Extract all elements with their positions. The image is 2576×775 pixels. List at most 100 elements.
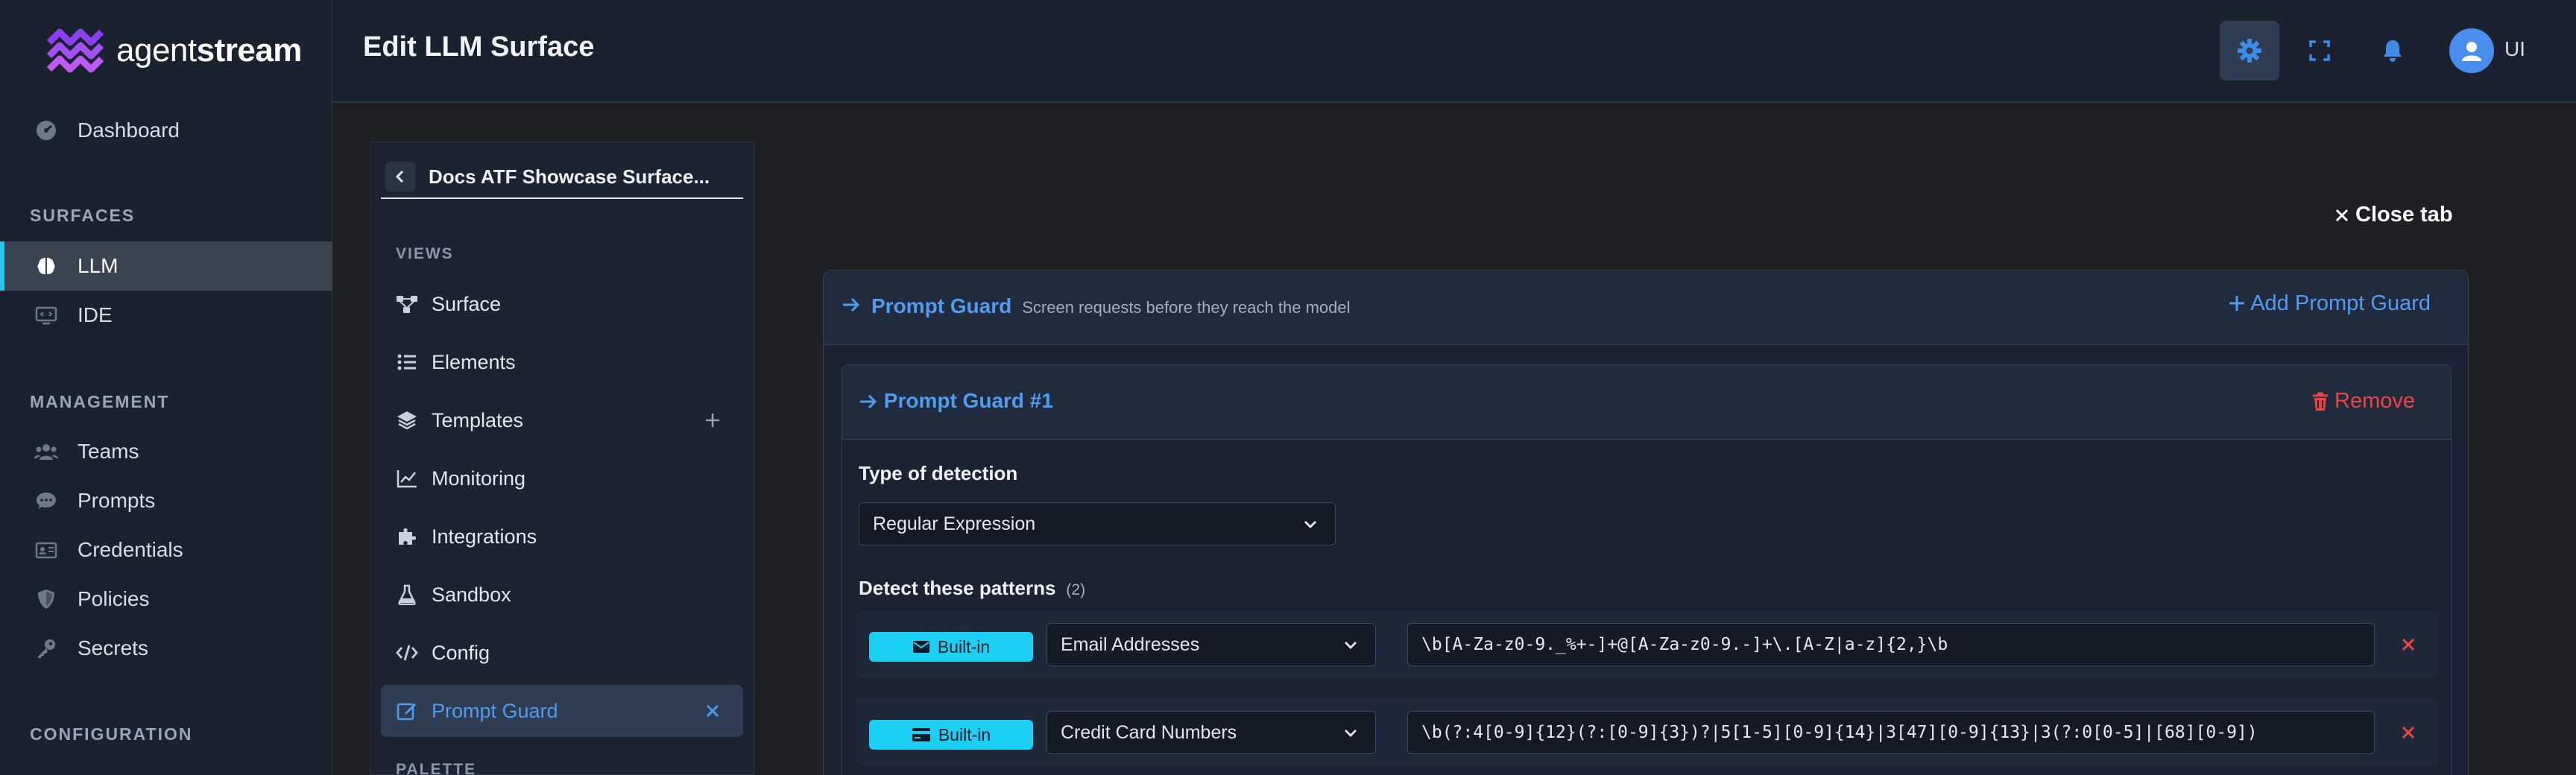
agentstream-logo-icon	[46, 28, 104, 73]
logo[interactable]: agentstream	[45, 19, 302, 82]
section-subtitle: Screen requests before they reach the mo…	[1022, 298, 1351, 317]
pattern-type-value: Email Addresses	[1061, 633, 1200, 655]
brain-icon	[34, 254, 58, 278]
chat-bubble-icon	[34, 489, 58, 513]
close-icon[interactable]	[701, 700, 724, 722]
remove-button[interactable]: Remove	[2312, 389, 2415, 414]
chevron-left-icon	[395, 170, 404, 183]
panel-item-label: Templates	[432, 408, 524, 431]
nodes-icon	[396, 293, 418, 315]
regex-input[interactable]: \b[A-Za-z0-9._%+-]+@[A-Za-z0-9.-]+\.[A-Z…	[1407, 623, 2375, 666]
delete-pattern-button[interactable]	[2397, 721, 2419, 744]
sidebar-item-label: Secrets	[78, 636, 148, 659]
panel-item-label: Integrations	[432, 525, 537, 548]
sidebar-item-teams[interactable]: Teams	[0, 427, 332, 476]
panel-item-integrations[interactable]: Integrations	[381, 510, 743, 563]
delete-pattern-button[interactable]	[2397, 633, 2419, 656]
patterns-label: Detect these patterns (2)	[859, 577, 1086, 599]
panel-item-surface[interactable]: Surface	[381, 278, 743, 330]
fullscreen-button[interactable]	[2290, 21, 2349, 80]
dashboard-icon	[34, 118, 58, 142]
patterns-count: (2)	[1066, 581, 1086, 598]
pattern-row: Built-in Email Addresses \b[A-Za-z0-9._%…	[856, 611, 2437, 678]
logo-text: agentstream	[116, 32, 302, 69]
sidebar-item-dashboard[interactable]: Dashboard	[0, 106, 332, 155]
panel-title: Docs ATF Showcase Surface...	[429, 165, 710, 188]
close-icon	[2402, 726, 2415, 739]
remove-label: Remove	[2334, 389, 2415, 413]
add-template-icon[interactable]	[701, 409, 724, 431]
pattern-row: Built-in Credit Card Numbers \b(?:4[0-9]…	[856, 699, 2437, 766]
sidebar-item-label: Policies	[78, 587, 150, 610]
back-button[interactable]	[385, 162, 415, 192]
bell-icon	[2384, 40, 2402, 62]
close-tab-label: Close tab	[2355, 203, 2453, 227]
envelope-icon	[912, 641, 929, 653]
chevron-down-icon	[1345, 730, 1357, 737]
prompt-guard-item: Prompt Guard #1 Remove Type of detection…	[842, 364, 2452, 775]
sidebar-item-ide[interactable]: IDE	[0, 291, 332, 340]
prompt-guard-header: Prompt Guard Screen requests before they…	[824, 271, 2468, 345]
panel-item-label: Surface	[432, 292, 502, 315]
page-title: Edit LLM Surface	[363, 31, 595, 63]
arrow-right-icon	[843, 297, 860, 312]
sidebar-item-secrets[interactable]: Secrets	[0, 624, 332, 673]
sidebar-section-surfaces: SURFACES	[30, 206, 136, 225]
sidebar-section-configuration: CONFIGURATION	[30, 724, 193, 744]
sidebar-item-prompts[interactable]: Prompts	[0, 476, 332, 525]
user-icon	[2462, 42, 2481, 61]
notifications-button[interactable]	[2363, 21, 2422, 80]
settings-button[interactable]	[2220, 21, 2279, 80]
regex-input[interactable]: \b(?:4[0-9]{12}(?:[0-9]{3})?|5[1-5][0-9]…	[1407, 711, 2375, 754]
users-icon	[34, 440, 58, 464]
close-icon	[2402, 638, 2415, 651]
shield-icon	[34, 587, 58, 611]
id-card-icon	[34, 538, 58, 562]
pattern-type-select[interactable]: Email Addresses	[1046, 623, 1376, 666]
close-tab-button[interactable]: Close tab	[2334, 203, 2453, 227]
sidebar-item-label: IDE	[78, 303, 113, 326]
panel-item-elements[interactable]: Elements	[381, 336, 743, 388]
chevron-down-icon	[1304, 521, 1316, 528]
detection-type-value: Regular Expression	[873, 513, 1036, 534]
sidebar-item-llm[interactable]: LLM	[0, 241, 332, 291]
monitor-code-icon	[34, 303, 58, 327]
sidebar-item-policies[interactable]: Policies	[0, 575, 332, 624]
panel-item-label: Sandbox	[432, 583, 511, 606]
panel-item-config[interactable]: Config	[381, 627, 743, 679]
panel-item-monitoring[interactable]: Monitoring	[381, 452, 743, 504]
panel-header: Docs ATF Showcase Surface...	[381, 156, 743, 199]
panel-item-prompt-guard[interactable]: Prompt Guard	[381, 685, 743, 737]
chevron-down-icon	[1345, 642, 1357, 649]
panel-item-label: Monitoring	[432, 466, 526, 490]
detection-type-select[interactable]: Regular Expression	[859, 502, 1336, 545]
sidebar-item-label: Credentials	[78, 538, 183, 561]
panel-item-label: Config	[432, 641, 490, 664]
trash-icon	[2313, 392, 2328, 411]
panel-item-label: Elements	[432, 350, 516, 373]
prompt-guard-item-title: Prompt Guard #1	[859, 389, 1053, 413]
pattern-type-select[interactable]: Credit Card Numbers	[1046, 711, 1376, 754]
sidebar-item-label: LLM	[78, 254, 119, 277]
panel-item-sandbox[interactable]: Sandbox	[381, 569, 743, 621]
puzzle-icon	[396, 525, 418, 548]
panel-item-templates[interactable]: Templates	[381, 394, 743, 446]
flask-icon	[396, 583, 418, 606]
avatar[interactable]	[2449, 28, 2494, 73]
builtin-badge: Built-in	[869, 632, 1033, 662]
panel-section-palette: PALETTE	[396, 761, 477, 775]
code-icon	[396, 642, 418, 664]
type-label: Type of detection	[859, 462, 1018, 484]
plus-icon	[2229, 296, 2244, 311]
sidebar: agentstream Dashboard SURFACES LLM IDE M…	[0, 0, 332, 775]
add-prompt-guard-button[interactable]: Add Prompt Guard	[2228, 291, 2431, 316]
sidebar-item-credentials[interactable]: Credentials	[0, 525, 332, 575]
credit-card-icon	[912, 728, 930, 741]
list-icon	[396, 351, 418, 373]
arrow-right-icon	[860, 394, 877, 409]
close-icon	[2335, 209, 2349, 221]
user-initials[interactable]: UI	[2504, 37, 2525, 61]
prompt-guard-card: Prompt Guard Screen requests before they…	[823, 270, 2469, 775]
prompt-guard-title: Prompt Guard Screen requests before they…	[842, 294, 1351, 318]
gear-icon	[2238, 39, 2261, 63]
